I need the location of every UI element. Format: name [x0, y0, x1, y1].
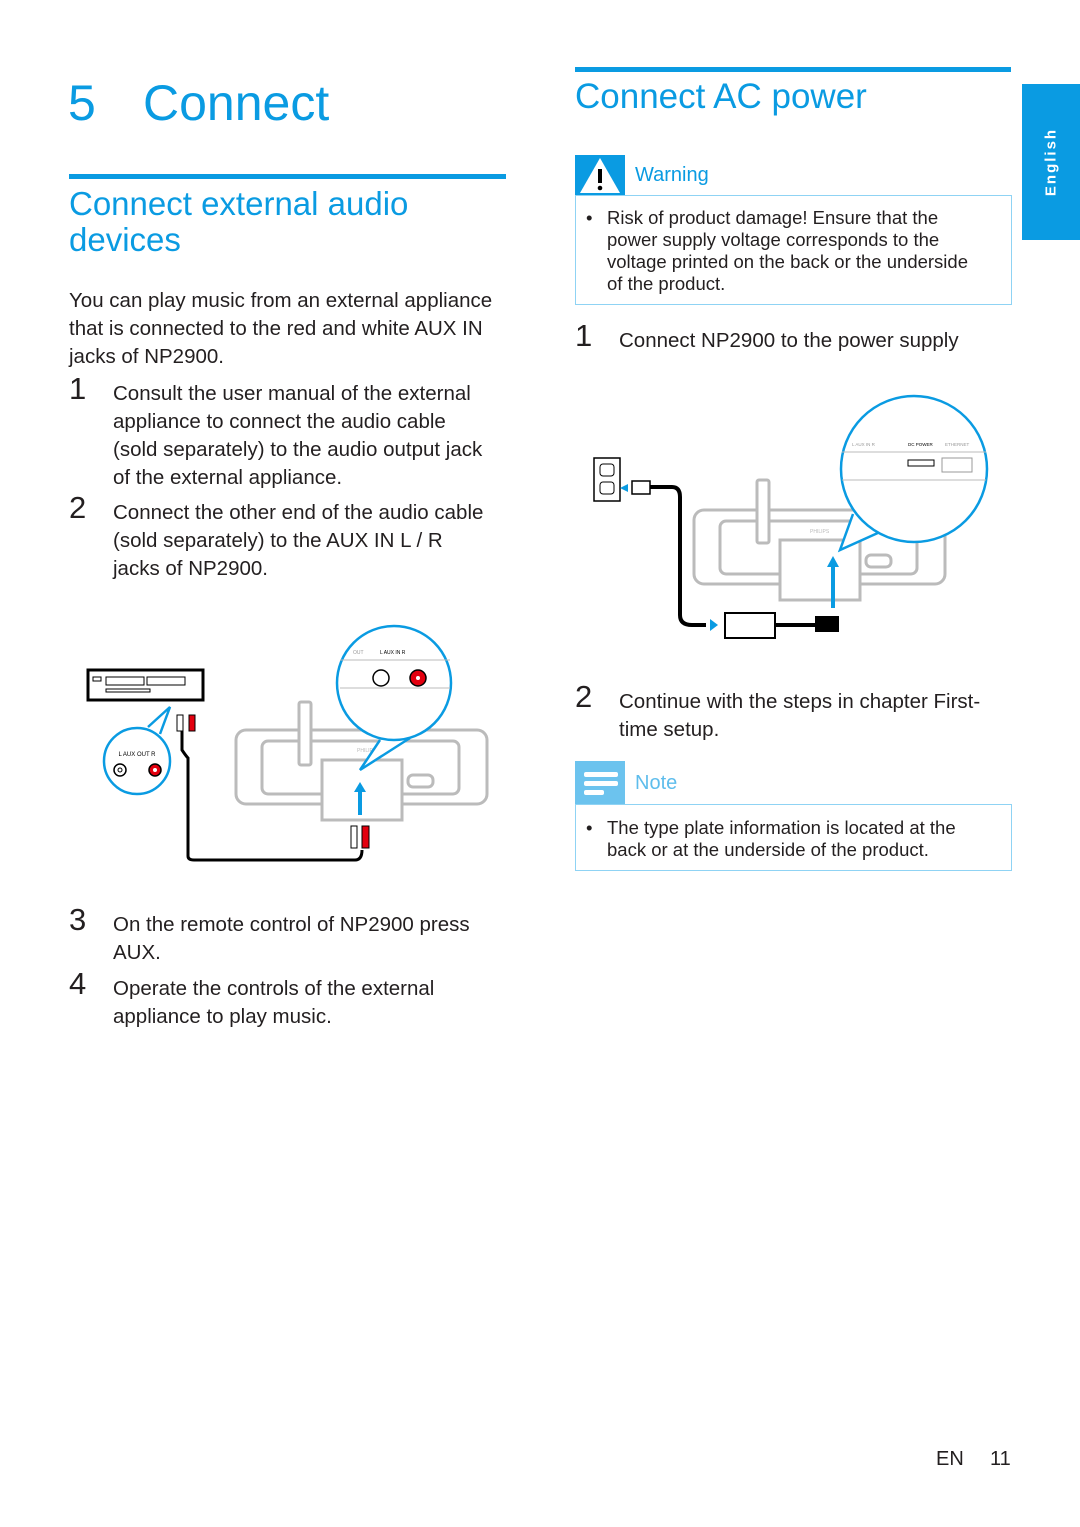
dc-plug	[815, 616, 839, 632]
language-tab-label: English	[1042, 127, 1060, 197]
wall-outlet-icon	[593, 457, 621, 502]
intro-paragraph: You can play music from an external appl…	[69, 287, 492, 371]
footer-language: EN	[936, 1448, 964, 1470]
title-line: Connect external audio	[69, 185, 409, 222]
page-number: 11	[990, 1448, 1011, 1470]
power-adapter	[724, 612, 776, 639]
aux-connection-illustration: L AUX OUT R PHILIPS OUT L AUX IN R	[86, 624, 489, 862]
step-number: 2	[575, 679, 593, 714]
section-title-ac-power: Connect AC power	[575, 77, 867, 116]
text-line: (sold separately) to the AUX IN L / R	[113, 529, 443, 552]
note-label: Note	[635, 772, 678, 794]
aux-in-label: L AUX IN R	[852, 442, 876, 447]
text-line: You can play music from an external appl…	[69, 289, 493, 312]
warning-box: • Risk of product damage! Ensure that th…	[575, 195, 1012, 305]
ethernet-label: ETHERNET	[945, 442, 970, 447]
white-plug	[176, 714, 184, 732]
warning-triangle-icon	[575, 155, 625, 195]
external-appliance	[86, 668, 205, 702]
chapter-title: Connect	[143, 75, 330, 131]
text-line: back or at the underside of the product.	[607, 839, 929, 860]
bullet: •	[586, 817, 593, 838]
red-plug	[361, 825, 370, 849]
white-plug	[350, 825, 358, 849]
step-number: 3	[69, 902, 87, 937]
power-connection-illustration: PHILIPS L AUX IN R DC POWER ETHERNET	[593, 394, 989, 639]
step-number: 2	[69, 490, 87, 525]
text-line: On the remote control of NP2900 press	[113, 913, 470, 936]
text-line: appliance to connect the audio cable	[113, 410, 446, 433]
text-line: power supply voltage corresponds to the	[607, 229, 940, 250]
note-box: • The type plate information is located …	[575, 804, 1012, 871]
dc-power-label: DC POWER	[908, 442, 934, 447]
text-line: (sold separately) to the audio output ja…	[113, 438, 483, 461]
bullet: •	[586, 207, 593, 228]
title-line: devices	[69, 221, 181, 258]
step-number: 1	[575, 318, 593, 353]
chapter-number: 5	[68, 75, 96, 131]
aux-in-label: L AUX IN R	[380, 650, 406, 656]
step-number: 4	[69, 966, 87, 1001]
section-rule	[575, 67, 1011, 72]
aux-out-callout: L AUX OUT R	[102, 706, 172, 796]
text-line: The type plate information is located at…	[607, 817, 956, 838]
text-line: jacks of NP2900.	[69, 345, 224, 368]
aux-out-label: L AUX OUT R	[118, 752, 156, 758]
brand-label: PHILIPS	[810, 529, 830, 535]
power-plug	[631, 480, 651, 495]
text-line: Connect NP2900 to the power supply	[619, 329, 959, 352]
warning-label: Warning	[635, 164, 709, 186]
text-line: Connect the other end of the audio cable	[113, 501, 484, 524]
red-plug	[188, 714, 196, 732]
note-lines-icon	[575, 761, 625, 804]
text-line: of the external appliance.	[113, 466, 343, 489]
text-line: time setup.	[619, 718, 720, 741]
step-number: 1	[69, 371, 87, 406]
text-line: jacks of NP2900.	[113, 557, 268, 580]
text-line: AUX.	[113, 941, 161, 964]
dc-power-callout: L AUX IN R DC POWER ETHERNET	[837, 394, 989, 553]
section-title-external-audio: Connect external audio devices	[69, 186, 408, 258]
section-rule	[69, 174, 506, 179]
text-line: Consult the user manual of the external	[113, 382, 471, 405]
text-line: of the product.	[607, 273, 726, 294]
text-line: Operate the controls of the external	[113, 977, 435, 1000]
text-line: Continue with the steps in chapter First…	[619, 690, 981, 713]
text-line: that is connected to the red and white A…	[69, 317, 483, 340]
text-line: voltage printed on the back or the under…	[607, 251, 968, 272]
text-line: Risk of product damage! Ensure that the	[607, 207, 939, 228]
out-label: OUT	[353, 650, 364, 656]
text-line: appliance to play music.	[113, 1005, 332, 1028]
language-tab: English	[1022, 84, 1080, 240]
